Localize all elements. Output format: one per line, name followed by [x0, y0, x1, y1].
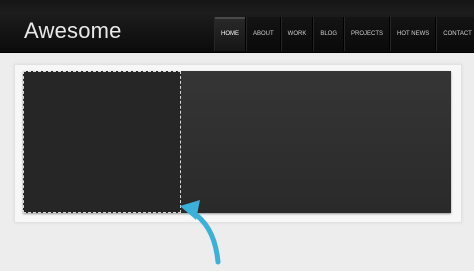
featured-slider[interactable] [23, 71, 451, 213]
nav-item-blog[interactable]: BLOG [313, 17, 345, 51]
nav-item-contact[interactable]: CONTACT [436, 17, 474, 51]
content-panel [14, 64, 462, 223]
main-nav: HOME ABOUT WORK BLOG PROJECTS HOT NEWS C… [214, 17, 474, 51]
nav-item-about[interactable]: ABOUT [246, 17, 281, 51]
nav-item-hot-news[interactable]: HOT NEWS [390, 17, 437, 51]
nav-item-work[interactable]: WORK [280, 17, 314, 51]
site-header: Awesome HOME ABOUT WORK BLOG PROJECTS HO… [0, 14, 474, 53]
selection-box [23, 71, 181, 213]
site-logo[interactable]: Awesome [24, 18, 122, 44]
nav-item-home[interactable]: HOME [214, 17, 246, 51]
curved-arrow-icon [180, 200, 221, 265]
nav-item-projects[interactable]: PROJECTS [344, 17, 391, 51]
top-bar [0, 0, 474, 14]
